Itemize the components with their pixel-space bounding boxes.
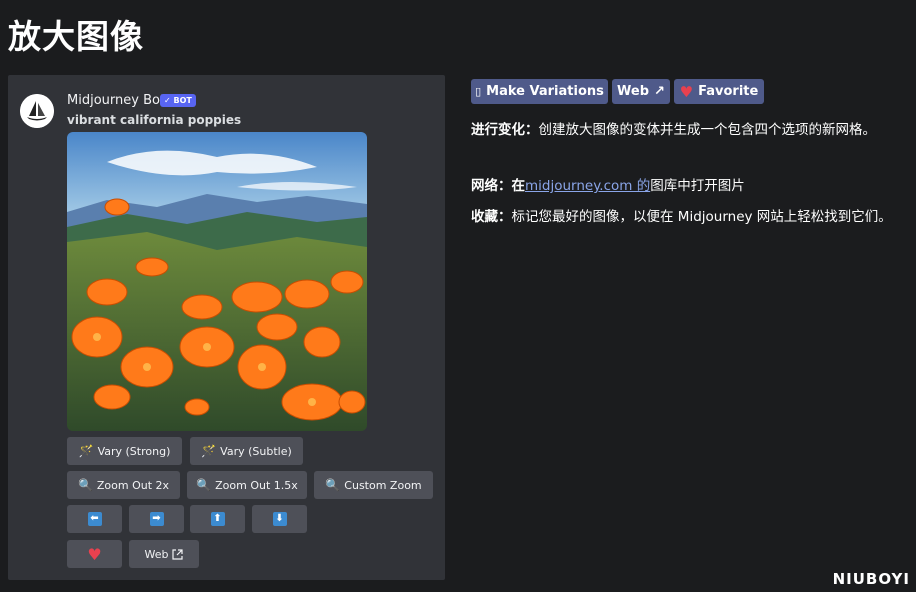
pan-down-button[interactable]: ⬇: [252, 505, 307, 533]
generated-image[interactable]: [67, 132, 367, 431]
bot-badge: ✓ BOT: [160, 94, 196, 107]
zoom-out-1-5x-label: Zoom Out 1.5x: [215, 478, 298, 492]
zoom-out-2x-button[interactable]: 🔍 Zoom Out 2x: [67, 471, 180, 499]
variations-icon: ▯: [475, 85, 482, 98]
arrow-down-icon: ⬇: [272, 512, 287, 526]
favorite-heart-button[interactable]: ♥: [67, 540, 122, 568]
variations-desc-text: 创建放大图像的变体并生成一个包含四个选项的新网格。: [538, 122, 877, 138]
arrow-right-icon: ➡: [149, 512, 164, 526]
custom-zoom-button[interactable]: 🔍 Custom Zoom: [314, 471, 433, 499]
magic-wand-icon: 🪄: [78, 444, 94, 458]
page-title: 放大图像: [8, 17, 144, 56]
web-description: 网络：在midjourney.com 的图库中打开图片: [471, 175, 903, 198]
web-button[interactable]: Web: [129, 540, 199, 568]
favorite-description: 收藏：标记您最好的图像，以便在 Midjourney 网站上轻松找到它们。: [471, 206, 903, 229]
heart-icon: ♥: [679, 82, 694, 101]
magnifier-icon: 🔍: [325, 478, 341, 492]
zoom-out-1-5x-button[interactable]: 🔍 Zoom Out 1.5x: [187, 471, 307, 499]
pan-up-button[interactable]: ⬆: [190, 505, 245, 533]
poppies-image: [67, 132, 367, 431]
pan-right-button[interactable]: ➡: [129, 505, 184, 533]
arrow-left-icon: ⬅: [87, 512, 102, 526]
custom-zoom-label: Custom Zoom: [344, 478, 422, 492]
arrow-up-icon: ⬆: [210, 512, 225, 526]
sailboat-icon: [20, 94, 54, 128]
discord-message-panel: Midjourney Bot ✓ BOT vibrant california …: [8, 75, 445, 580]
watermark: NIUBOYI: [832, 570, 910, 588]
external-link-icon: [172, 548, 184, 560]
prompt-text: vibrant california poppies: [67, 113, 242, 127]
make-variations-button[interactable]: ▯ Make Variations: [471, 79, 608, 104]
vary-strong-label: Vary (Strong): [97, 444, 171, 458]
arrow-up-right-icon: ↗: [654, 84, 665, 99]
favorite-desc-label: 收藏：: [471, 209, 512, 225]
web-desc-label: 网络：: [471, 178, 512, 194]
vary-strong-button[interactable]: 🪄 Vary (Strong): [67, 437, 182, 465]
favorite-desc-text: 标记您最好的图像，以便在 Midjourney 网站上轻松找到它们。: [511, 209, 892, 225]
bot-username[interactable]: Midjourney Bot: [67, 93, 165, 108]
favorite-label: Favorite: [698, 84, 759, 99]
web-label: Web: [144, 547, 169, 561]
midjourney-link[interactable]: midjourney.com 的: [525, 178, 650, 194]
magnifier-icon: 🔍: [196, 478, 212, 492]
bot-avatar[interactable]: [20, 94, 54, 128]
zoom-out-2x-label: Zoom Out 2x: [96, 478, 170, 492]
variations-description: 进行变化：创建放大图像的变体并生成一个包含四个选项的新网格。: [471, 119, 903, 142]
magic-wand-icon: 🪄: [201, 444, 217, 458]
vary-subtle-label: Vary (Subtle): [220, 444, 292, 458]
favorite-button[interactable]: ♥ Favorite: [674, 79, 764, 104]
make-variations-label: Make Variations: [486, 84, 604, 99]
pan-left-button[interactable]: ⬅: [67, 505, 122, 533]
heart-icon: ♥: [87, 544, 102, 564]
web-desc-prefix: 在: [511, 178, 526, 194]
magnifier-icon: 🔍: [77, 478, 93, 492]
web-desc-text: 图库中打开图片: [650, 178, 745, 194]
legacy-web-label: Web: [617, 84, 650, 99]
legacy-web-button[interactable]: Web ↗: [612, 79, 670, 104]
variations-desc-label: 进行变化：: [471, 122, 539, 138]
vary-subtle-button[interactable]: 🪄 Vary (Subtle): [190, 437, 303, 465]
